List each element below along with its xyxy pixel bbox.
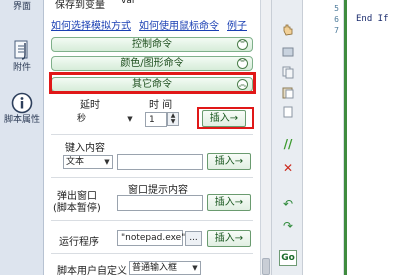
chevron-down-icon: ▼ [192,264,198,272]
time-label: 时 间 [149,100,173,111]
tab-script-properties-label: 脚本属性 [3,115,40,125]
run-program-input[interactable]: "notepad.exe" [117,230,186,246]
divider [51,220,253,221]
insert-key-input-button[interactable]: 插入→ [207,153,251,170]
panel-scrollbar[interactable] [260,0,271,275]
tab-interface-label: 界面 [12,2,31,12]
popup-prompt-input[interactable] [117,195,203,211]
insert-run-program-button[interactable]: 插入→ [207,230,251,247]
key-input-type-select[interactable]: 文本 ▼ [63,155,113,169]
popup-prompt-label: 窗口提示内容 [128,185,188,196]
link-examples[interactable]: 例子 [227,17,247,32]
expand-icon[interactable]: ︾ [237,58,248,69]
highlight-other-commands [49,72,256,94]
divider [51,177,253,178]
key-input-type-value: 文本 [66,157,85,167]
attachment-icon [14,40,28,60]
redo-icon[interactable]: ↷ [279,218,297,234]
hand-icon[interactable] [279,22,297,38]
tab-interface[interactable]: 界面 [0,2,44,13]
line-number-gutter: 5 6 7 [304,0,344,275]
key-input-label: 键入内容 [65,143,105,154]
user-defined-select[interactable]: 普通输入框 ▼ [129,261,201,275]
section-color-graphics-commands[interactable]: 颜色/图形命令 ︾ [51,56,253,71]
line-number: 6 [334,15,339,24]
command-panel: 保存到变量 var 如何选择模拟方式 如何使用鼠标命令 例子 控制命令 ︾ 颜色… [45,0,260,275]
uncomment-icon[interactable]: ✕ [279,160,297,176]
insert-popup-button[interactable]: 插入→ [207,194,251,211]
key-input-text-field[interactable] [117,154,203,170]
link-how-to-choose-simulation[interactable]: 如何选择模拟方式 [51,17,131,32]
info-icon [11,92,33,114]
tab-attachment-label: 附件 [12,63,31,73]
delay-unit-select[interactable]: 秒 ▼ [75,113,135,127]
expand-icon[interactable]: ︾ [237,39,248,50]
browse-button[interactable]: ... [185,231,202,246]
insert-delay-button[interactable]: 插入→ [202,110,246,127]
paste-icon[interactable] [279,84,297,100]
tab-script-properties[interactable]: 脚本属性 [0,92,44,126]
comment-icon[interactable]: // [279,136,297,152]
divider [51,253,253,254]
line-number: 7 [334,26,339,35]
run-program-value: "notepad.exe" [121,233,186,243]
editor-toolbar: // ✕ ↶ ↷ Go [271,0,303,275]
gutter-strip [344,0,347,275]
undo-icon[interactable]: ↶ [279,196,297,212]
delay-time-stepper[interactable]: ▲ ▼ [167,112,179,126]
save-to-variable-label: 保存到变量 [55,0,105,11]
page-icon[interactable] [279,104,297,120]
delay-time-input[interactable]: 1 [145,112,167,127]
delay-time-value: 1 [149,115,155,125]
save-to-variable-value: var [121,0,136,6]
delay-unit-value: 秒 [77,114,87,124]
chevron-down-icon: ▼ [127,115,133,123]
divider [51,134,253,135]
chevron-down-icon: ▼ [104,158,110,166]
user-defined-label: 脚本用户自定义 [57,266,127,275]
back-icon[interactable] [279,44,297,60]
tab-attachment[interactable]: 附件 [0,40,44,74]
section-color-graphics-label: 颜色/图形命令 [120,58,184,69]
scrollbar-thumb[interactable] [262,258,270,275]
copy-icon[interactable] [279,64,297,80]
line-number: 5 [334,4,339,13]
goto-icon[interactable]: Go [279,250,297,266]
code-editor[interactable]: 5 6 7 End If [304,0,400,275]
section-control-commands-label: 控制命令 [132,39,172,50]
section-control-commands[interactable]: 控制命令 ︾ [51,37,253,52]
link-how-to-use-mouse-commands[interactable]: 如何使用鼠标命令 [139,17,219,32]
delay-label: 延时 [80,100,100,111]
code-line: End If [356,14,389,24]
left-tab-bar: 界面 附件 脚本属性 [0,0,44,275]
run-program-label: 运行程序 [59,237,99,248]
popup-label-line2: (脚本暂停) [53,203,101,214]
user-defined-value: 普通输入框 [132,263,178,273]
